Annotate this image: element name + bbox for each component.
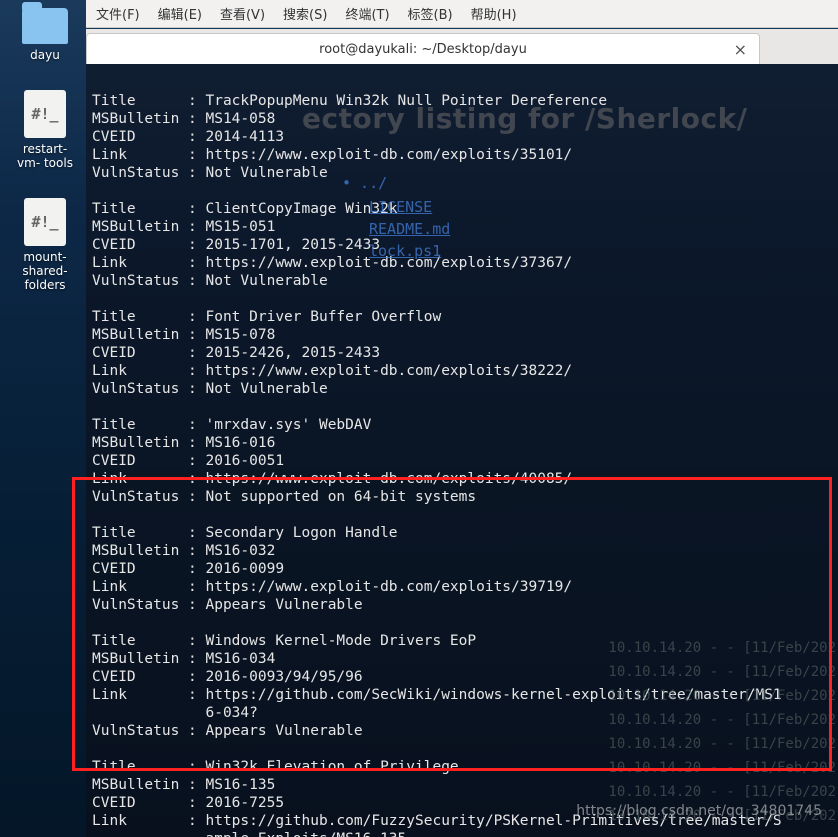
background-server-log: 10.10.14.20 - - [11/Feb/202 10.10.14.20 … [608, 636, 836, 828]
desktop-icons: dayu #!_ restart-vm- tools #!_ mount- sh… [15, 0, 75, 312]
icon-label: dayu [22, 48, 68, 62]
close-icon[interactable]: × [734, 40, 747, 59]
folder-icon [22, 8, 68, 44]
menu-search[interactable]: 搜索(S) [283, 4, 327, 23]
terminal-tab[interactable]: root@dayukali: ~/Desktop/dayu × [86, 33, 760, 64]
ghost-sherlock-link: lock.ps1 [369, 242, 441, 260]
terminal-tabstrip: root@dayukali: ~/Desktop/dayu × [86, 29, 838, 64]
desktop-icon-mount-shared-folders[interactable]: #!_ mount- shared- folders [15, 190, 75, 292]
ghost-parent-link: • ../ [342, 174, 387, 192]
script-file-icon: #!_ [24, 198, 66, 246]
menu-help[interactable]: 帮助(H) [471, 4, 517, 23]
menu-terminal[interactable]: 终端(T) [345, 4, 389, 23]
terminal-menubar: 文件(F) 编辑(E) 查看(V) 搜索(S) 终端(T) 标签(B) 帮助(H… [86, 0, 838, 28]
ghost-license-link: LICENSE [369, 198, 432, 216]
menu-tabs[interactable]: 标签(B) [408, 4, 453, 23]
menu-view[interactable]: 查看(V) [220, 4, 265, 23]
watermark-text: https://blog.csdn.net/qq_34801745 [576, 803, 822, 819]
ghost-readme-link: README.md [369, 220, 450, 238]
terminal-output[interactable]: Title : TrackPopupMenu Win32k Null Point… [86, 64, 838, 837]
menu-file[interactable]: 文件(F) [96, 4, 140, 23]
icon-label: mount- shared- folders [15, 250, 75, 292]
desktop-icon-restart-vm-tools[interactable]: #!_ restart-vm- tools [15, 82, 75, 170]
script-file-icon: #!_ [24, 90, 66, 138]
desktop-icon-dayu[interactable]: dayu [22, 0, 68, 62]
icon-label: restart-vm- tools [15, 142, 75, 170]
ghost-directory-heading: ectory listing for /Sherlock/ [302, 110, 747, 128]
menu-edit[interactable]: 编辑(E) [158, 4, 202, 23]
tab-title: root@dayukali: ~/Desktop/dayu [319, 42, 527, 57]
